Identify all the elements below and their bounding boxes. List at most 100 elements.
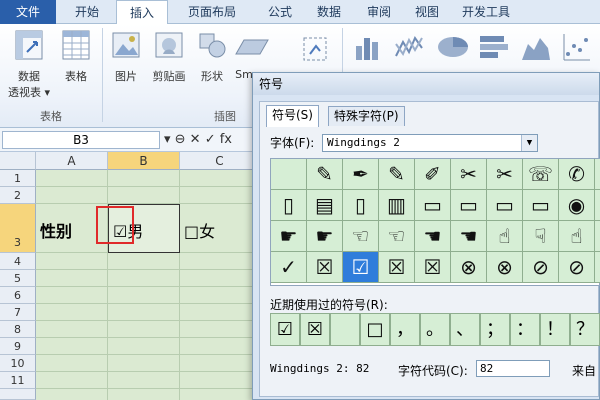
tab-symbols[interactable]: 符号(S) [266, 105, 319, 127]
cell-c3[interactable]: □女 [184, 218, 215, 242]
recent-symbol[interactable]: ； [480, 313, 510, 346]
recent-symbol[interactable]: ☑ [270, 313, 300, 346]
symbol-cell[interactable] [595, 190, 600, 221]
ribbon-tab-bar: 文件 开始 插入 页面布局 公式 数据 审阅 视图 开发工具 [0, 0, 600, 25]
tab-review[interactable]: 审阅 [356, 0, 402, 24]
symbol-cell[interactable]: ▤ [307, 190, 343, 221]
tab-insert[interactable]: 插入 [116, 0, 168, 25]
symbol-cell[interactable]: ✓ [271, 252, 307, 283]
symbol-cell[interactable]: ☝ [559, 221, 595, 252]
symbol-cell[interactable]: ⊘ [523, 252, 559, 283]
row-header-8[interactable]: 8 [0, 321, 36, 338]
symbol-cell[interactable]: ▭ [415, 190, 451, 221]
symbol-cell[interactable]: ☒ [415, 252, 451, 283]
symbol-cell[interactable]: ▭ [523, 190, 559, 221]
recent-symbol[interactable]: ☒ [300, 313, 330, 346]
symbol-cell[interactable]: ☚ [415, 221, 451, 252]
row-header-1[interactable]: 1 [0, 170, 36, 187]
formula-bar-icons[interactable]: ▾ ⊖ ✕ ✓ fx [164, 131, 232, 149]
symbol-cell[interactable] [595, 159, 600, 190]
tab-formulas[interactable]: 公式 [256, 0, 304, 24]
recent-symbol[interactable]: ， [390, 313, 420, 346]
symbol-cell[interactable]: ✂ [451, 159, 487, 190]
row-header-3[interactable]: 3 [0, 204, 36, 253]
character-code-input[interactable]: 82 [476, 360, 550, 377]
symbol-cell[interactable]: ☝ [487, 221, 523, 252]
symbol-cell[interactable]: ✎ [307, 159, 343, 190]
symbol-cell[interactable]: ⊗ [487, 252, 523, 283]
symbol-cell[interactable]: ☜ [343, 221, 379, 252]
symbol-cell[interactable]: ☛ [271, 221, 307, 252]
row-header-4[interactable]: 4 [0, 253, 36, 270]
shapes-button[interactable]: 形状 [192, 28, 232, 104]
line-chart-icon[interactable] [394, 32, 424, 62]
recent-symbol[interactable]: ！ [540, 313, 570, 346]
gridline [36, 337, 260, 338]
row-header-12[interactable] [0, 389, 36, 400]
recent-symbol[interactable]: ？ [570, 313, 600, 346]
row-header-5[interactable]: 5 [0, 270, 36, 287]
cell-a3[interactable]: 性别 [40, 218, 72, 242]
symbol-cell[interactable]: ◉ [559, 190, 595, 221]
symbol-cell[interactable]: ☒ [379, 252, 415, 283]
symbol-cell[interactable]: ▯ [343, 190, 379, 221]
row-header-11[interactable]: 11 [0, 372, 36, 389]
column-chart-icon[interactable] [352, 32, 382, 62]
scatter-chart-icon[interactable] [562, 32, 592, 62]
symbol-cell[interactable]: ✎ [379, 159, 415, 190]
recent-symbol[interactable]: □ [360, 313, 390, 346]
table-button[interactable]: 表格 [56, 28, 96, 104]
symbol-cell[interactable] [271, 159, 307, 190]
symbol-cell-selected[interactable]: ☑ [343, 252, 379, 283]
tab-file[interactable]: 文件 [0, 0, 56, 24]
symbol-cell[interactable]: ☜ [379, 221, 415, 252]
symbol-cell[interactable]: ✐ [415, 159, 451, 190]
symbol-cell[interactable]: ☚ [451, 221, 487, 252]
symbol-cell[interactable]: ▭ [451, 190, 487, 221]
column-header-a[interactable]: A [36, 152, 108, 170]
spreadsheet-grid[interactable]: A B C 1 2 3 4 5 6 7 8 9 10 11 性别 ☑男 □女 [0, 152, 260, 400]
picture-button[interactable]: 图片 [106, 28, 146, 104]
recent-symbol[interactable] [330, 313, 360, 346]
column-header-c[interactable]: C [180, 152, 260, 170]
symbol-cell[interactable]: ▭ [487, 190, 523, 221]
tab-data[interactable]: 数据 [306, 0, 352, 24]
symbol-cell[interactable]: ☒ [307, 252, 343, 283]
pivot-table-button[interactable]: 数据 透视表 ▾ [6, 28, 52, 104]
recent-symbol[interactable]: 。 [420, 313, 450, 346]
pie-chart-icon[interactable] [436, 32, 470, 62]
dropdown-arrow-icon[interactable]: ▼ [521, 135, 537, 151]
symbol-cell[interactable]: ✂ [487, 159, 523, 190]
screenshot-icon[interactable] [302, 36, 328, 62]
tab-view[interactable]: 视图 [404, 0, 450, 24]
tab-page-layout[interactable]: 页面布局 [170, 0, 254, 24]
symbol-cell[interactable]: ⊗ [451, 252, 487, 283]
name-box[interactable]: B3 [2, 131, 160, 149]
row-header-2[interactable]: 2 [0, 187, 36, 204]
bar-chart-icon[interactable] [478, 32, 510, 62]
tab-home[interactable]: 开始 [58, 0, 116, 24]
symbol-cell[interactable]: ▥ [379, 190, 415, 221]
symbol-cell[interactable]: ▯ [271, 190, 307, 221]
symbol-cell[interactable] [595, 252, 600, 283]
symbol-cell[interactable]: ☛ [307, 221, 343, 252]
symbol-cell[interactable]: ☟ [523, 221, 559, 252]
symbol-cell[interactable]: ✆ [559, 159, 595, 190]
tab-special-characters[interactable]: 特殊字符(P) [328, 106, 405, 126]
row-header-7[interactable]: 7 [0, 304, 36, 321]
symbol-cell[interactable] [595, 221, 600, 252]
tab-developer[interactable]: 开发工具 [452, 0, 520, 24]
symbol-cell[interactable]: ⊘ [559, 252, 595, 283]
font-select[interactable]: Wingdings 2 ▼ [322, 134, 538, 152]
symbol-cell[interactable]: ✒ [343, 159, 379, 190]
row-header-6[interactable]: 6 [0, 287, 36, 304]
recent-symbol[interactable]: ： [510, 313, 540, 346]
area-chart-icon[interactable] [520, 32, 552, 62]
column-header-b[interactable]: B [108, 152, 180, 170]
symbol-cell[interactable]: ☏ [523, 159, 559, 190]
recent-symbol[interactable]: 、 [450, 313, 480, 346]
row-header-9[interactable]: 9 [0, 338, 36, 355]
select-all-corner[interactable] [0, 152, 36, 170]
row-header-10[interactable]: 10 [0, 355, 36, 372]
clipart-button[interactable]: 剪贴画 [146, 28, 192, 104]
